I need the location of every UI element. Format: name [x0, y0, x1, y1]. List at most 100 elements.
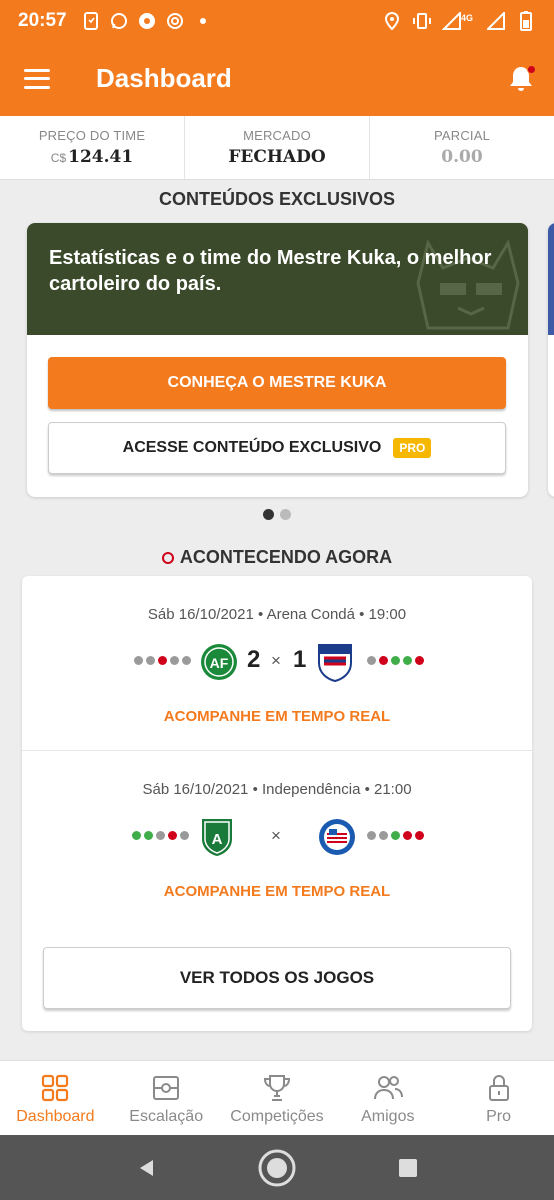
- form-dot: [146, 656, 155, 665]
- location-icon: [382, 11, 402, 31]
- live-section-title: ACONTECENDO AGORA: [0, 547, 554, 568]
- form-dot: [144, 831, 153, 840]
- market-status-value: FECHADO: [228, 147, 326, 167]
- nav-pro[interactable]: Pro: [443, 1061, 554, 1135]
- next-carousel-card[interactable]: [548, 223, 554, 497]
- carousel-dot-active[interactable]: [263, 509, 274, 520]
- fortaleza-crest-icon: [318, 644, 352, 682]
- home-icon[interactable]: [257, 1148, 297, 1188]
- stat-label: PREÇO DO TIME: [38, 128, 146, 143]
- stat-label: PARCIAL: [433, 128, 491, 143]
- form-dot: [367, 831, 376, 840]
- currency-symbol: C$: [50, 151, 67, 165]
- vibrate-icon: [412, 11, 432, 31]
- battery-icon: [516, 10, 536, 31]
- trophy-icon: [263, 1075, 290, 1101]
- form-dot: [132, 831, 141, 840]
- svg-text:AF: AF: [210, 655, 229, 671]
- away-team-form: [367, 831, 424, 840]
- carousel-dot[interactable]: [280, 509, 291, 520]
- live-title-text: ACONTECENDO AGORA: [179, 547, 393, 567]
- people-icon: [373, 1076, 403, 1100]
- game-meta: Sáb 16/10/2021 • Independência • 21:00: [142, 781, 412, 798]
- dot-icon: [193, 11, 213, 31]
- partial-score-value: 0.00: [441, 147, 483, 167]
- nav-competicoes[interactable]: Competições: [222, 1061, 333, 1135]
- notification-dot: [527, 65, 536, 74]
- status-bar: 20:57 4G: [0, 0, 554, 41]
- signal-app-icon: [165, 11, 185, 31]
- exclusive-content-card: Estatísticas e o time do Mestre Kuka, o …: [27, 223, 528, 497]
- form-dot: [180, 831, 189, 840]
- button-label: ACESSE CONTEÚDO EXCLUSIVO: [122, 439, 382, 456]
- form-dot: [367, 656, 376, 665]
- status-time: 20:57: [18, 9, 67, 31]
- game-controller-icon: [137, 11, 157, 31]
- form-dot: [391, 831, 400, 840]
- live-indicator-icon: [161, 551, 174, 564]
- nav-label: Dashboard: [16, 1108, 95, 1125]
- bahia-crest-icon: [319, 819, 355, 855]
- stat-value: C$ 124.41: [0, 147, 184, 167]
- banner-text: Estatísticas e o time do Mestre Kuka, o …: [49, 247, 492, 295]
- form-dot: [403, 831, 412, 840]
- game-scoreline: AF 2 × 1: [22, 642, 532, 682]
- view-all-games-button[interactable]: VER TODOS OS JOGOS: [43, 947, 511, 1009]
- team-stats: PREÇO DO TIME C$ 124.41 MERCADO FECHADO P…: [0, 116, 554, 180]
- stat-team-price: PREÇO DO TIME C$ 124.41: [0, 116, 185, 179]
- form-dot: [170, 656, 179, 665]
- menu-icon[interactable]: [24, 68, 50, 89]
- nav-amigos[interactable]: Amigos: [332, 1061, 443, 1135]
- form-dot: [415, 831, 424, 840]
- whatsapp-icon: [109, 11, 129, 31]
- chapecoense-crest-icon: AF: [201, 644, 237, 680]
- phone-usage-icon: [81, 11, 101, 31]
- away-score: 1: [293, 646, 307, 673]
- game-item: Sáb 16/10/2021 • Independência • 21:00 A…: [22, 750, 532, 924]
- system-navigation-bar: [0, 1135, 554, 1200]
- stat-label: MERCADO: [243, 128, 311, 143]
- live-games-card: Sáb 16/10/2021 • Arena Condá • 19:00 AF …: [22, 576, 532, 1031]
- game-meta: Sáb 16/10/2021 • Arena Condá • 19:00: [147, 606, 407, 623]
- carousel-pagination: [0, 509, 554, 520]
- game-item: Sáb 16/10/2021 • Arena Condá • 19:00 AF …: [22, 576, 532, 750]
- recents-icon[interactable]: [388, 1148, 428, 1188]
- signal-icon: [486, 11, 506, 31]
- game-scoreline: A ×: [22, 817, 532, 857]
- nav-label: Pro: [486, 1108, 512, 1125]
- bottom-navigation: Dashboard Escalação Competições Amigos P…: [0, 1060, 554, 1135]
- score-separator: ×: [271, 826, 281, 845]
- away-team-form: [367, 656, 424, 665]
- score-separator: ×: [271, 651, 281, 670]
- form-dot: [182, 656, 191, 665]
- field-icon: [153, 1076, 180, 1100]
- notifications-bell-icon[interactable]: [508, 65, 536, 93]
- meet-mestre-kuka-button[interactable]: CONHEÇA O MESTRE KUKA: [48, 357, 506, 409]
- home-team-form: [132, 831, 189, 840]
- home-score: 2: [247, 646, 261, 673]
- team-price-value: 124.41: [68, 147, 134, 167]
- access-exclusive-content-button[interactable]: ACESSE CONTEÚDO EXCLUSIVO PRO: [48, 422, 506, 474]
- app-bar: Dashboard: [0, 41, 554, 116]
- nav-label: Competições: [230, 1108, 324, 1125]
- mestre-kuka-banner[interactable]: Estatísticas e o time do Mestre Kuka, o …: [27, 223, 528, 335]
- form-dot: [403, 656, 412, 665]
- nav-escalacao[interactable]: Escalação: [111, 1061, 222, 1135]
- form-dot: [168, 831, 177, 840]
- svg-text:4G: 4G: [461, 13, 473, 23]
- form-dot: [156, 831, 165, 840]
- nav-label: Amigos: [361, 1108, 415, 1125]
- form-dot: [415, 656, 424, 665]
- pro-badge: PRO: [393, 438, 432, 458]
- exclusive-section-title: CONTEÚDOS EXCLUSIVOS: [158, 189, 396, 209]
- svg-text:A: A: [212, 831, 223, 848]
- back-icon[interactable]: [126, 1148, 166, 1188]
- lock-icon: [488, 1075, 509, 1101]
- follow-live-link[interactable]: ACOMPANHE EM TEMPO REAL: [22, 708, 532, 725]
- form-dot: [158, 656, 167, 665]
- form-dot: [134, 656, 143, 665]
- follow-live-link[interactable]: ACOMPANHE EM TEMPO REAL: [22, 883, 532, 900]
- stat-market: MERCADO FECHADO: [185, 116, 370, 179]
- form-dot: [379, 656, 388, 665]
- nav-dashboard[interactable]: Dashboard: [0, 1061, 111, 1135]
